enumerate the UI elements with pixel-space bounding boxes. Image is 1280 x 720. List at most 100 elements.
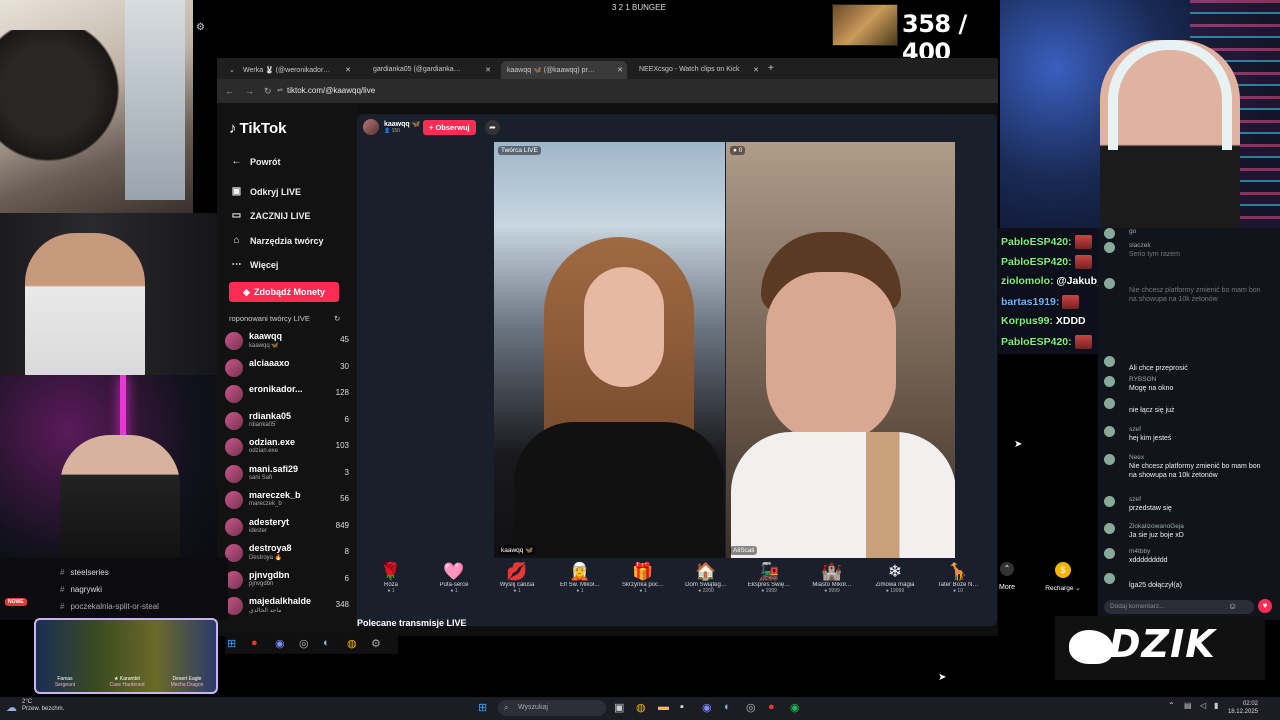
- windows-icon[interactable]: ⊞: [227, 637, 236, 650]
- avatar[interactable]: [1104, 398, 1115, 409]
- new-tab-button[interactable]: +: [765, 61, 781, 79]
- tab-kaawqq[interactable]: kaawqq 🦋 (@kaawqq) pr… ✕: [501, 61, 627, 79]
- avatar[interactable]: [1104, 278, 1115, 289]
- channel-nagrywki[interactable]: # nagrywki: [60, 585, 102, 594]
- avatar[interactable]: [1104, 573, 1115, 584]
- chat-username[interactable]: szef: [1129, 496, 1141, 503]
- steam-icon[interactable]: ◐: [323, 637, 330, 649]
- obs-icon[interactable]: ◎: [299, 637, 309, 650]
- gift-item[interactable]: 🦒 Tater Boże N… ● 10: [928, 562, 988, 594]
- chat-username[interactable]: m4tbby: [1129, 548, 1150, 555]
- chat-username[interactable]: szef: [1129, 426, 1141, 433]
- creator-item[interactable]: majedalkhalde ماجد الخالدي 348: [225, 595, 349, 621]
- chrome-icon[interactable]: ◍: [347, 637, 357, 650]
- creator-item[interactable]: kaawqq kaawqq 🦋 45: [225, 330, 349, 356]
- close-icon[interactable]: ✕: [617, 66, 623, 74]
- host-info[interactable]: kaawqq 🦋 👤 150: [363, 119, 420, 135]
- site-info-icon[interactable]: ⇌: [277, 86, 283, 94]
- volume-icon[interactable]: ◁: [1200, 701, 1206, 710]
- creator-item[interactable]: odzian.exe odzian.exe 103: [225, 436, 349, 462]
- share-icon[interactable]: ➦: [485, 120, 500, 135]
- creator-item[interactable]: alciaaaxo 30: [225, 357, 349, 383]
- folder-icon[interactable]: ▬: [658, 701, 669, 713]
- avatar[interactable]: [1104, 426, 1115, 437]
- chrome-icon[interactable]: ◍: [636, 701, 646, 714]
- gift-item[interactable]: 🚂 Ekspres Świę… ● 1999: [739, 562, 799, 594]
- discord-icon[interactable]: ◉: [275, 637, 285, 650]
- avatar[interactable]: [363, 119, 379, 135]
- avatar[interactable]: [1104, 454, 1115, 465]
- follow-button[interactable]: + Obserwuj: [423, 120, 476, 135]
- channel-poczekalnia[interactable]: # poczekalnia-split-or-steal: [60, 602, 159, 611]
- creator-item[interactable]: destroya8 Destroya 🔥 8: [225, 542, 349, 568]
- chat-username[interactable]: Neex: [1129, 454, 1144, 461]
- clock[interactable]: 02:02 18.12.2025: [1228, 700, 1258, 716]
- network-icon[interactable]: ▤: [1184, 701, 1192, 710]
- nav-more[interactable]: ⋯ Więcej: [231, 259, 279, 270]
- avatar[interactable]: [1104, 228, 1115, 239]
- url-field[interactable]: tiktok.com/@kaawqq/live: [287, 86, 375, 95]
- terminal-icon[interactable]: ▪: [680, 701, 684, 713]
- channel-steelseries[interactable]: # steelseries: [60, 568, 109, 577]
- mic-icon[interactable]: ▮: [1214, 701, 1218, 710]
- chat-username[interactable]: RYBSON: [1129, 376, 1156, 383]
- discord-icon[interactable]: ◉: [702, 701, 712, 714]
- task-view-icon[interactable]: ▣: [614, 701, 624, 714]
- back-arrow-icon[interactable]: ←: [225, 86, 234, 96]
- opera-icon[interactable]: ●: [251, 637, 258, 649]
- avatar[interactable]: [1104, 496, 1115, 507]
- gift-item[interactable]: 🏠 Dom Świąteg… ● 2200: [676, 562, 736, 594]
- avatar[interactable]: [1104, 242, 1115, 253]
- close-icon[interactable]: ✕: [345, 66, 351, 74]
- avatar[interactable]: [1104, 376, 1115, 387]
- settings-icon[interactable]: ⚙: [371, 637, 381, 650]
- refresh-icon[interactable]: ↻: [334, 314, 340, 323]
- nav-creator-tools[interactable]: ⌂ Narzędzia twórcy: [231, 235, 323, 246]
- tiktok-logo[interactable]: ♪ TikTok: [229, 120, 286, 137]
- avatar[interactable]: [1104, 548, 1115, 559]
- chat-username[interactable]: go: [1129, 228, 1136, 235]
- close-icon[interactable]: ✕: [753, 66, 759, 74]
- avatar[interactable]: [1104, 523, 1115, 534]
- creator-item[interactable]: mani.safi29 sani Safi 3: [225, 463, 349, 489]
- forward-arrow-icon[interactable]: →: [245, 86, 254, 96]
- avatar[interactable]: [1104, 356, 1115, 367]
- recharge-button[interactable]: $ Recharge ⌄: [1043, 562, 1083, 592]
- more-gifts-button[interactable]: ⌃ More: [987, 562, 1027, 591]
- settings-icon[interactable]: ⚙: [196, 22, 205, 33]
- gift-item[interactable]: 🏰 Miasto Mikoł… ● 9999: [802, 562, 862, 594]
- start-icon[interactable]: ⊞: [478, 701, 487, 714]
- creator-item[interactable]: adesteryt idester 849: [225, 516, 349, 542]
- chat-username[interactable]: ZlokalizowanoGeja: [1129, 523, 1184, 530]
- gift-item[interactable]: ❄ Zimowa magia ● 19999: [865, 562, 925, 594]
- steam-icon[interactable]: ◐: [724, 701, 731, 713]
- reload-icon[interactable]: ↻: [264, 86, 272, 97]
- gift-item[interactable]: 🧝 Elf Św. Mikoł… ● 1: [550, 562, 610, 594]
- nav-back[interactable]: ← Powrót: [231, 156, 281, 167]
- emoji-icon[interactable]: ☺: [1228, 601, 1237, 611]
- tab-gardianka[interactable]: gardianka05 (@gardianka… ✕: [367, 61, 495, 79]
- weather-icon[interactable]: ☁: [6, 701, 17, 714]
- creator-item[interactable]: pjnvgdbn pjnvgdbn 6: [225, 569, 349, 595]
- gift-item[interactable]: 🎁 Skrzynka poc… ● 1: [613, 562, 673, 594]
- creator-item[interactable]: eronikador... 128: [225, 383, 349, 409]
- weather-widget[interactable]: 2°C Przew. bezchm.: [22, 699, 64, 713]
- nav-discover-live[interactable]: ▣ Odkryj LIVE: [231, 186, 301, 197]
- creator-item[interactable]: rdianka05 rdianka05 6: [225, 410, 349, 436]
- tab-list-button[interactable]: ⌄: [223, 61, 237, 79]
- tray-chevron-icon[interactable]: ⌃: [1168, 701, 1175, 710]
- gift-item[interactable]: 🌹 Róża ● 1: [361, 562, 421, 594]
- opera-icon[interactable]: ●: [768, 701, 775, 713]
- close-icon[interactable]: ✕: [485, 66, 491, 74]
- gift-item[interactable]: 🩷 Pufa-serce ● 1: [424, 562, 484, 594]
- get-coins-button[interactable]: ◈ Zdobądź Monety: [229, 282, 339, 302]
- heart-icon[interactable]: ♥: [1258, 599, 1272, 613]
- chat-username[interactable]: slaczek: [1129, 242, 1151, 249]
- tab-neex[interactable]: NEEXcsgo - Watch clips on Kick ✕: [633, 61, 763, 79]
- gift-item[interactable]: 💋 Wyślij całusa ● 1: [487, 562, 547, 594]
- obs-icon[interactable]: ◎: [746, 701, 756, 714]
- taskbar-search[interactable]: ⌕ Wyszukaj: [498, 700, 606, 716]
- tab-werka[interactable]: Werka 🐰 (@weronikador… ✕: [237, 61, 355, 79]
- creator-item[interactable]: mareczek_b mareczek_b 56: [225, 489, 349, 515]
- nav-start-live[interactable]: ▭ ZACZNIJ LIVE: [231, 210, 311, 221]
